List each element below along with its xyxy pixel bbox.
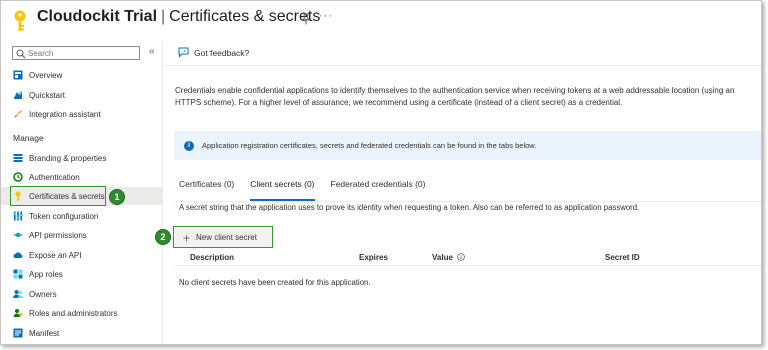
collapse-sidebar-button[interactable]: « bbox=[149, 46, 155, 57]
sidebar-item-label: App roles bbox=[29, 269, 63, 279]
feedback-label: Got feedback? bbox=[194, 47, 250, 58]
column-expires: Expires bbox=[359, 253, 388, 262]
manage-section-title: Manage bbox=[13, 133, 44, 143]
sidebar-item-label: Owners bbox=[29, 289, 57, 299]
rocket-icon bbox=[14, 110, 22, 118]
authentication-icon bbox=[13, 172, 23, 182]
tab-federated-credentials[interactable]: Federated credentials (0) bbox=[331, 179, 426, 201]
app-roles-icon bbox=[13, 269, 23, 279]
overview-icon bbox=[13, 70, 23, 80]
more-options-button[interactable]: ··· bbox=[319, 10, 333, 22]
sidebar-item-expose-api[interactable]: Expose an API bbox=[1, 246, 163, 264]
search-input[interactable] bbox=[28, 47, 138, 59]
info-banner: i Application registration certificates,… bbox=[174, 131, 761, 160]
api-permissions-icon bbox=[13, 232, 23, 238]
manifest-icon bbox=[13, 328, 23, 338]
sidebar-item-quickstart[interactable]: Quickstart bbox=[1, 86, 163, 104]
sidebar-item-label: Integration assistant bbox=[29, 109, 101, 119]
branding-icon bbox=[13, 154, 23, 162]
sidebar-item-branding[interactable]: Branding & properties bbox=[1, 149, 163, 167]
sidebar-item-manifest[interactable]: Manifest bbox=[1, 324, 163, 342]
sidebar-item-label: Overview bbox=[29, 70, 63, 80]
client-secrets-description: A secret string that the application use… bbox=[179, 203, 640, 212]
search-icon bbox=[16, 49, 26, 59]
column-value: Value bbox=[432, 253, 465, 262]
search-box[interactable] bbox=[12, 46, 140, 60]
column-secret-id: Secret ID bbox=[605, 253, 640, 262]
sidebar-item-overview[interactable]: Overview bbox=[1, 66, 163, 84]
column-description: Description bbox=[190, 253, 235, 262]
page-header: Cloudockit Trial | Certificates & secrets … bbox=[1, 1, 761, 39]
sidebar-item-label: API permissions bbox=[29, 230, 87, 240]
sidebar-item-api-permissions[interactable]: API permissions bbox=[1, 226, 163, 244]
sidebar-item-label: Roles and administrators bbox=[29, 308, 118, 318]
quickstart-icon bbox=[14, 91, 22, 99]
page-title: Cloudockit Trial | Certificates & secrets bbox=[37, 8, 320, 26]
title-separator: | bbox=[161, 8, 166, 25]
sidebar-item-label: Branding & properties bbox=[29, 153, 107, 163]
sidebar-item-token-configuration[interactable]: Token configuration bbox=[1, 207, 163, 225]
column-value-label: Value bbox=[432, 253, 453, 262]
roles-icon bbox=[13, 309, 23, 317]
tab-certificates[interactable]: Certificates (0) bbox=[179, 179, 234, 201]
sidebar-item-label: Quickstart bbox=[29, 90, 66, 100]
app-window: Cloudockit Trial | Certificates & secrets … bbox=[0, 0, 762, 345]
secrets-table-header: Description Expires Value Secret ID bbox=[175, 249, 761, 266]
sidebar-item-integration-assistant[interactable]: Integration assistant bbox=[1, 105, 163, 123]
main-content: Got feedback? Credentials enable confide… bbox=[164, 39, 761, 344]
app-name: Cloudockit Trial bbox=[37, 8, 158, 25]
callout-highlight-new-secret bbox=[173, 226, 273, 248]
callout-badge-1: 1 bbox=[109, 189, 125, 205]
info-icon[interactable] bbox=[457, 253, 465, 261]
tab-client-secrets[interactable]: Client secrets (0) bbox=[250, 179, 315, 201]
pin-icon[interactable] bbox=[301, 13, 311, 25]
feedback-icon bbox=[178, 47, 189, 58]
info-icon: i bbox=[184, 140, 194, 151]
empty-state-message: No client secrets have been created for … bbox=[179, 278, 371, 287]
owners-icon bbox=[13, 290, 23, 298]
cloud-icon bbox=[13, 252, 23, 258]
feedback-button[interactable]: Got feedback? bbox=[178, 47, 249, 58]
page-title-text: Certificates & secrets bbox=[169, 8, 321, 25]
sidebar-item-roles-administrators[interactable]: Roles and administrators bbox=[1, 304, 163, 322]
sidebar-item-authentication[interactable]: Authentication bbox=[1, 168, 163, 186]
callout-highlight-certificates bbox=[10, 186, 106, 206]
callout-badge-2: 2 bbox=[155, 229, 171, 245]
sidebar-item-label: Manifest bbox=[29, 328, 60, 338]
sidebar-item-label: Token configuration bbox=[29, 211, 99, 221]
key-icon bbox=[14, 10, 26, 31]
credential-tabs: Certificates (0) Client secrets (0) Fede… bbox=[179, 179, 441, 201]
sidebar-item-label: Expose an API bbox=[29, 250, 82, 260]
intro-text: Credentials enable confidential applicat… bbox=[175, 86, 735, 107]
sidebar-item-owners[interactable]: Owners bbox=[1, 285, 163, 303]
toolbar: Got feedback? bbox=[164, 39, 761, 66]
info-text: Application registration certificates, s… bbox=[202, 141, 537, 150]
tabs-divider bbox=[175, 201, 761, 202]
sidebar-item-app-roles[interactable]: App roles bbox=[1, 265, 163, 283]
sidebar-item-label: Authentication bbox=[29, 172, 80, 182]
token-icon bbox=[13, 211, 23, 221]
